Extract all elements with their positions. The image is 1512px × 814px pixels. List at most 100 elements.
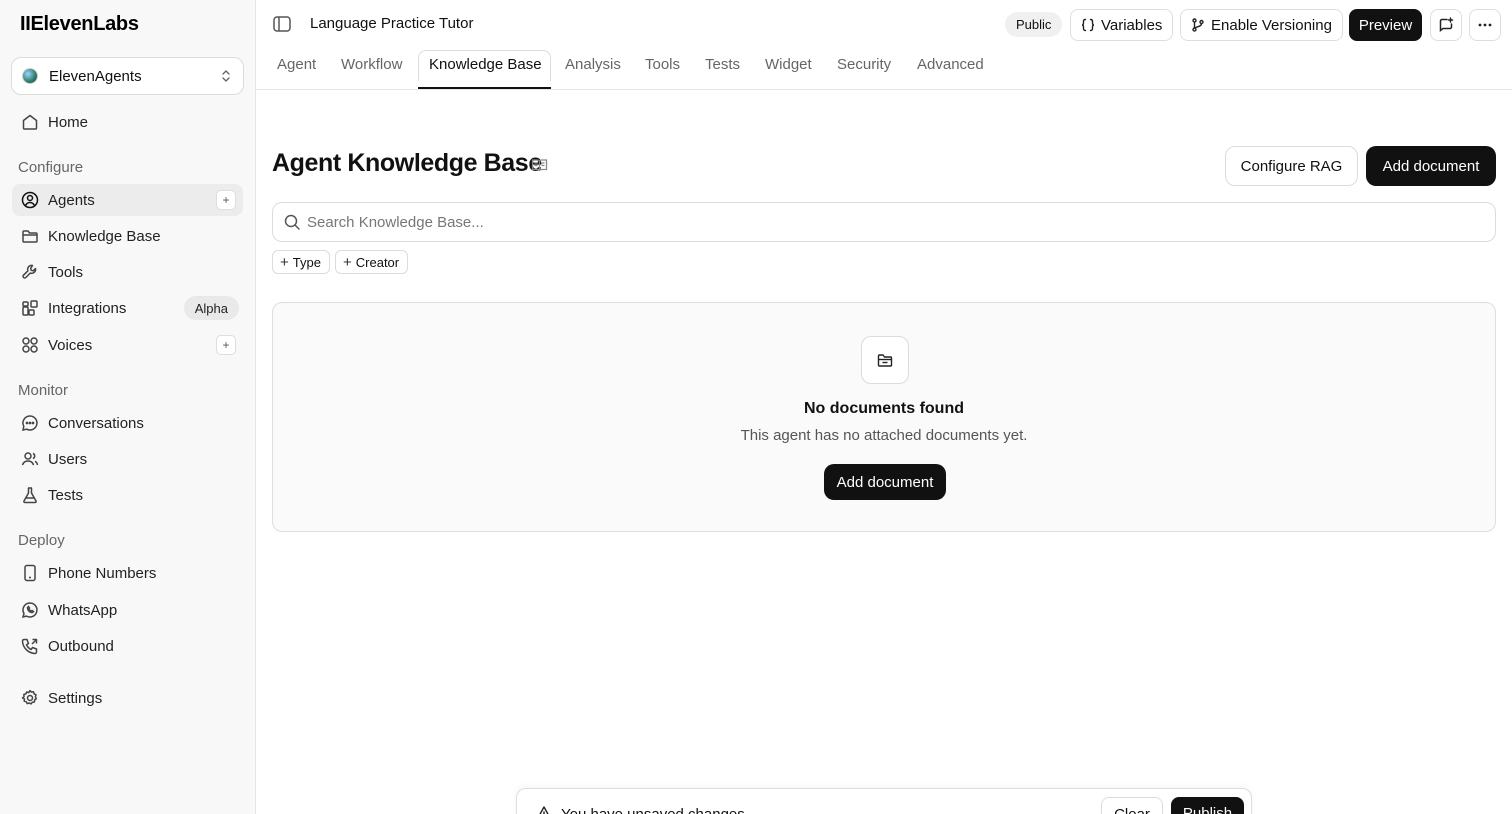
sidebar-item-label: Tests (48, 486, 84, 504)
tab-analysis[interactable]: Analysis (565, 56, 621, 73)
sidebar-item-label: Agents (48, 191, 95, 209)
feedback-button[interactable] (1430, 9, 1462, 41)
sidebar-item-settings[interactable]: Settings (12, 682, 243, 714)
integrations-icon (22, 300, 38, 316)
folder-open-icon (877, 354, 893, 367)
variables-button[interactable]: Variables (1070, 9, 1174, 41)
sidebar-item-label: Outbound (48, 637, 114, 655)
section-configure: Configure (18, 159, 84, 176)
filter-type-label: Type (292, 254, 321, 270)
publish-button[interactable]: Publish (1171, 797, 1244, 814)
sidebar-item-label: Integrations (48, 299, 127, 317)
variables-label: Variables (1101, 16, 1163, 34)
wrench-icon (22, 264, 37, 279)
phone-outgoing-icon (21, 638, 38, 655)
sidebar-item-label: Conversations (48, 414, 144, 432)
tab-widget[interactable]: Widget (765, 56, 812, 73)
visibility-badge[interactable]: Public (1005, 12, 1063, 37)
add-agent-button[interactable]: + (216, 190, 236, 210)
filter-creator-button[interactable]: + Creator (335, 250, 408, 274)
sidebar-item-label: Users (48, 450, 88, 468)
gear-icon (21, 689, 38, 705)
preview-button[interactable]: Preview (1349, 9, 1422, 41)
warning-icon (539, 806, 549, 814)
braces-icon (1081, 18, 1095, 32)
sidebar-item-label: Phone Numbers (48, 564, 157, 582)
sidebar-item-conversations[interactable]: Conversations (12, 407, 243, 439)
sidebar-item-label: Knowledge Base (48, 227, 161, 245)
clear-button[interactable]: Clear (1101, 797, 1163, 814)
workspace-label: ElevenAgents (49, 67, 142, 85)
tab-advanced[interactable]: Advanced (917, 56, 984, 73)
sidebar-item-label: WhatsApp (48, 601, 118, 619)
book-icon[interactable] (531, 157, 548, 173)
flask-icon (23, 487, 37, 504)
agent-icon (21, 191, 39, 209)
enable-versioning-button[interactable]: Enable Versioning (1180, 9, 1343, 41)
sidebar: IIElevenLabs ElevenAgents Home Configure… (0, 0, 256, 814)
sidebar-item-voices[interactable]: Voices + (12, 329, 243, 361)
page-title: Agent Knowledge Base (272, 149, 542, 177)
sidebar-item-label: Tools (48, 263, 84, 281)
git-branch-icon (1192, 18, 1204, 32)
section-monitor: Monitor (18, 382, 69, 399)
configure-rag-button[interactable]: Configure RAG (1225, 146, 1358, 186)
filter-type-button[interactable]: + Type (272, 250, 330, 274)
chat-plus-icon (1439, 17, 1454, 33)
tab-agent[interactable]: Agent (277, 56, 316, 73)
plus-icon: + (280, 253, 289, 271)
add-voice-button[interactable]: + (216, 335, 236, 355)
sidebar-item-outbound[interactable]: Outbound (12, 630, 243, 662)
sidebar-item-users[interactable]: Users (12, 443, 243, 475)
empty-subtitle: This agent has no attached documents yet… (740, 427, 1028, 444)
sidebar-toggle-icon[interactable] (273, 16, 291, 32)
more-options-button[interactable] (1469, 9, 1501, 41)
alpha-badge: Alpha (183, 296, 239, 320)
enable-versioning-label: Enable Versioning (1211, 16, 1332, 34)
folder-icon (22, 230, 38, 243)
sidebar-item-label: Settings (48, 689, 103, 707)
workspace-orb-icon (22, 68, 38, 84)
search-icon (284, 214, 300, 230)
tab-tests[interactable]: Tests (705, 56, 740, 73)
logo[interactable]: IIElevenLabs (20, 13, 139, 36)
empty-state: No documents found This agent has no att… (272, 302, 1496, 532)
sidebar-item-label: Home (48, 113, 89, 131)
empty-title: No documents found (804, 400, 964, 417)
agent-tabs: Agent Workflow Knowledge Base Analysis T… (256, 48, 1512, 90)
add-document-button[interactable]: Add document (1366, 146, 1496, 186)
unsaved-message: You have unsaved changes (561, 806, 745, 814)
plus-icon: + (343, 253, 352, 271)
sidebar-item-phone-numbers[interactable]: Phone Numbers (12, 557, 243, 589)
tab-active-underline (418, 87, 551, 89)
empty-add-document-button[interactable]: Add document (824, 464, 946, 500)
phone-device-icon (24, 564, 36, 582)
search-bar (272, 202, 1496, 242)
section-deploy: Deploy (18, 532, 65, 549)
unsaved-changes-bar: You have unsaved changes Clear Publish (516, 788, 1252, 814)
chat-bubble-icon (22, 415, 38, 431)
workspace-selector[interactable]: ElevenAgents (11, 57, 244, 95)
more-horizontal-icon (1478, 23, 1492, 27)
sidebar-item-label: Voices (48, 336, 93, 354)
sidebar-item-tests[interactable]: Tests (12, 479, 243, 511)
sidebar-item-tools[interactable]: Tools (12, 256, 243, 288)
users-icon (21, 452, 39, 466)
tab-security[interactable]: Security (837, 56, 891, 73)
whatsapp-icon (21, 602, 38, 619)
filter-creator-label: Creator (355, 254, 400, 270)
sidebar-item-home[interactable]: Home (12, 106, 243, 138)
sidebar-item-agents[interactable]: Agents + (12, 184, 243, 216)
tab-tools[interactable]: Tools (645, 56, 680, 73)
sidebar-item-integrations[interactable]: Integrations Alpha (12, 292, 243, 324)
sidebar-item-whatsapp[interactable]: WhatsApp (12, 594, 243, 626)
voices-icon (22, 337, 38, 353)
chevron-updown-icon (222, 70, 230, 82)
home-icon (22, 114, 38, 130)
tab-workflow[interactable]: Workflow (341, 56, 402, 73)
empty-folder-icon-box (861, 336, 909, 384)
tab-knowledge-base[interactable]: Knowledge Base (429, 56, 542, 73)
agent-title: Language Practice Tutor (310, 15, 474, 32)
sidebar-item-knowledge-base[interactable]: Knowledge Base (12, 220, 243, 252)
search-input[interactable] (307, 213, 1495, 231)
